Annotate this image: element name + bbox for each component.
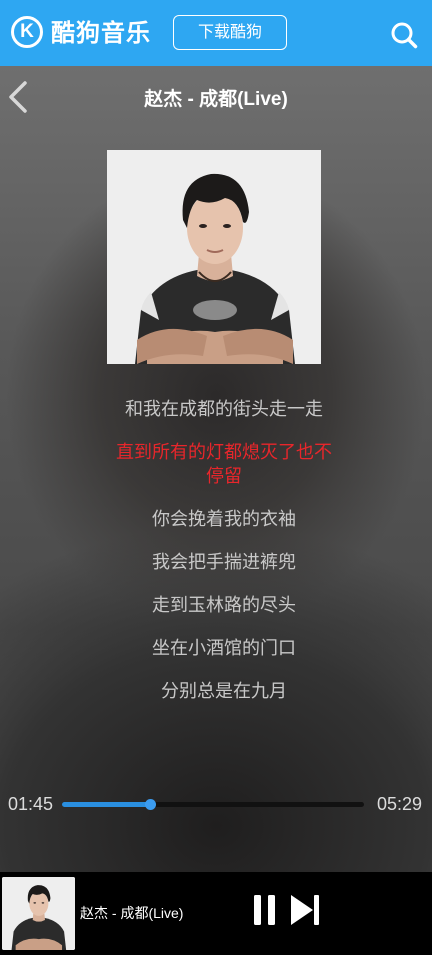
- mini-artist-photo: [2, 877, 75, 950]
- next-icon[interactable]: [289, 893, 321, 927]
- album-cover: [107, 150, 321, 364]
- current-time: 01:45: [8, 794, 54, 814]
- logo-text[interactable]: 酷狗音乐: [51, 16, 151, 50]
- mini-album-cover[interactable]: [2, 877, 75, 950]
- lyric-line: 坐在小酒馆的门口: [152, 638, 296, 659]
- mini-player-bar: 赵杰 - 成都(Live): [0, 872, 432, 955]
- logo-letter: K: [20, 21, 34, 42]
- lyric-line: 和我在成都的街头走一走: [125, 399, 323, 420]
- progress-fill: [62, 802, 150, 807]
- mini-song-title: 赵杰 - 成都(Live): [80, 905, 184, 921]
- lyric-line: 我会把手揣进裤兜: [152, 552, 296, 573]
- lyric-line: 分别总是在九月: [161, 681, 287, 702]
- song-title: 赵杰 - 成都(Live): [144, 89, 288, 110]
- lyric-line-active: 直到所有的灯都熄灭了也不停留: [116, 442, 332, 487]
- total-time: 05:29: [376, 794, 422, 814]
- logo-icon[interactable]: K: [11, 16, 43, 48]
- search-icon[interactable]: [390, 21, 418, 49]
- progress-bar[interactable]: [62, 799, 364, 810]
- pause-icon[interactable]: [253, 893, 277, 927]
- artist-photo: [107, 150, 321, 364]
- progress-knob[interactable]: [144, 799, 156, 810]
- lyric-line: 你会挽着我的衣袖: [152, 509, 296, 530]
- lyrics-panel[interactable]: 和我在成都的街头走一走 直到所有的灯都熄灭了也不停留 你会挽着我的衣袖 我会把手…: [110, 398, 338, 723]
- top-bar: K 酷狗音乐 下载酷狗: [0, 0, 432, 66]
- download-button[interactable]: 下载酷狗: [173, 15, 287, 50]
- lyric-line: 走到玉林路的尽头: [152, 595, 296, 616]
